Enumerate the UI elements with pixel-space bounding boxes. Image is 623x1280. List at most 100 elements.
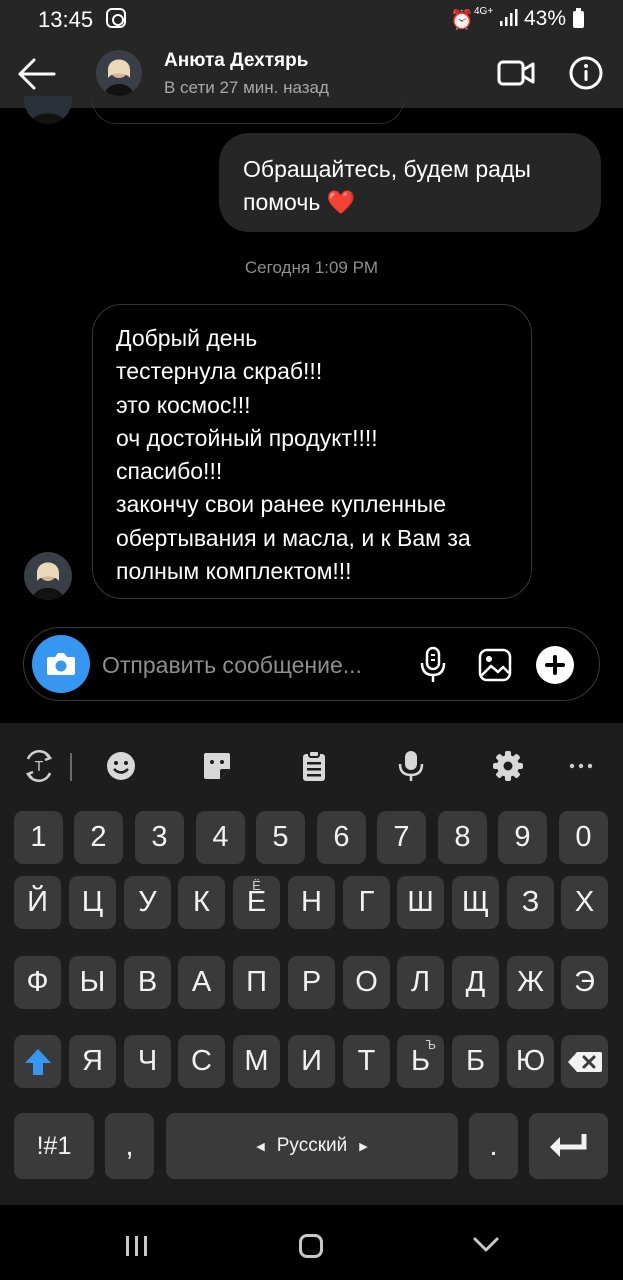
key-letter[interactable]: В xyxy=(124,956,171,1009)
key-letter[interactable]: Т xyxy=(343,1035,390,1088)
comma-key[interactable]: , xyxy=(105,1113,154,1179)
key-letter[interactable]: Ч xyxy=(124,1035,171,1088)
message-composer: Отправить сообщение... xyxy=(23,627,600,701)
key-letter-soft-sign[interactable]: Ъ Ь xyxy=(397,1035,444,1088)
camera-button[interactable] xyxy=(32,635,90,693)
key-letter-e[interactable]: Ё Е xyxy=(233,876,280,929)
contact-avatar[interactable] xyxy=(96,50,142,96)
sender-avatar[interactable] xyxy=(24,552,72,600)
key-4[interactable]: 4 xyxy=(196,811,245,864)
symbols-key[interactable]: !#1 xyxy=(14,1113,94,1179)
previous-message-avatar xyxy=(24,96,72,124)
key-1[interactable]: 1 xyxy=(14,811,63,864)
key-letter[interactable]: Ж xyxy=(507,956,554,1009)
key-letter[interactable]: Р xyxy=(288,956,335,1009)
gallery-icon[interactable] xyxy=(478,648,512,682)
key-3[interactable]: 3 xyxy=(135,811,184,864)
svg-text:T: T xyxy=(34,760,43,775)
enter-key[interactable] xyxy=(529,1113,608,1179)
key-6[interactable]: 6 xyxy=(317,811,366,864)
microphone-icon[interactable] xyxy=(418,646,448,684)
signal-icon xyxy=(500,9,518,26)
key-alt-label: Ё xyxy=(252,878,261,893)
key-letter[interactable]: Ф xyxy=(14,956,61,1009)
battery-icon xyxy=(573,8,584,28)
alarm-icon: ⏰ xyxy=(450,10,474,31)
key-letter[interactable]: Щ xyxy=(452,876,499,929)
key-letter[interactable]: Ц xyxy=(69,876,116,929)
system-navigation-bar xyxy=(0,1205,623,1280)
key-letter[interactable]: Б xyxy=(452,1035,499,1088)
translate-icon[interactable]: T xyxy=(22,749,56,783)
key-letter[interactable]: К xyxy=(178,876,225,929)
keyboard-toolbar: T xyxy=(0,723,623,809)
emoji-icon[interactable] xyxy=(104,749,138,783)
language-next-icon: ▶ xyxy=(359,1140,368,1153)
key-letter[interactable]: И xyxy=(288,1035,335,1088)
settings-gear-icon[interactable] xyxy=(491,749,525,783)
key-letter[interactable]: Й xyxy=(14,876,61,929)
backspace-key[interactable] xyxy=(561,1035,608,1088)
key-letter[interactable]: А xyxy=(178,956,225,1009)
more-options-icon[interactable] xyxy=(564,749,598,783)
status-bar: 13:45 ⏰ 4G+ 43% xyxy=(0,0,623,40)
status-time: 13:45 xyxy=(38,7,94,32)
chat-header: Анюта Дехтярь В сети 27 мин. назад xyxy=(0,40,623,108)
key-letter[interactable]: Ы xyxy=(69,956,116,1009)
key-letter[interactable]: У xyxy=(124,876,171,929)
nav-back-icon[interactable] xyxy=(472,1235,500,1255)
key-letter[interactable]: Э xyxy=(561,956,608,1009)
add-button[interactable] xyxy=(536,646,574,684)
clipboard-icon[interactable] xyxy=(297,749,331,783)
key-8[interactable]: 8 xyxy=(438,811,487,864)
language-label: Русский xyxy=(276,1135,348,1156)
key-letter[interactable]: О xyxy=(343,956,390,1009)
key-letter[interactable]: Л xyxy=(397,956,444,1009)
space-language-key[interactable]: ◀ Русский ▶ xyxy=(166,1113,458,1179)
language-prev-icon: ◀ xyxy=(256,1140,265,1153)
contact-status: В сети 27 мин. назад xyxy=(164,78,329,97)
shift-key[interactable] xyxy=(14,1035,61,1088)
backspace-icon xyxy=(567,1051,602,1072)
period-key[interactable]: . xyxy=(469,1113,518,1179)
key-letter[interactable]: П xyxy=(233,956,280,1009)
battery-percent: 43% xyxy=(524,7,567,30)
sticker-icon[interactable] xyxy=(200,749,234,783)
previous-message-bubble xyxy=(92,100,404,124)
shift-arrow-icon xyxy=(24,1048,51,1075)
key-9[interactable]: 9 xyxy=(498,811,547,864)
key-0[interactable]: 0 xyxy=(559,811,608,864)
message-input[interactable]: Отправить сообщение... xyxy=(102,652,362,679)
key-letter[interactable]: З xyxy=(507,876,554,929)
camera-icon xyxy=(47,653,75,675)
keyboard: T 1 2 3 4 5 6 7 8 9 0 Й Ц У К Ё Е Н Г Ш … xyxy=(0,723,623,1205)
incoming-message-bubble[interactable]: Добрый день тестернула скраб!!! это косм… xyxy=(92,304,532,599)
video-call-icon[interactable] xyxy=(496,56,536,90)
voice-input-icon[interactable] xyxy=(394,749,428,783)
key-letter[interactable]: М xyxy=(233,1035,280,1088)
key-5[interactable]: 5 xyxy=(256,811,305,864)
recent-apps-icon[interactable] xyxy=(124,1235,150,1257)
key-alt-label: Ъ xyxy=(425,1037,436,1052)
contact-name[interactable]: Анюта Дехтярь xyxy=(164,50,308,72)
back-arrow-icon[interactable] xyxy=(14,54,58,94)
outgoing-message-bubble[interactable]: Обращайтесь, будем рады помочь ❤️ xyxy=(219,133,601,232)
enter-icon xyxy=(549,1134,586,1157)
key-letter[interactable]: Х xyxy=(561,876,608,929)
network-type: 4G+ xyxy=(474,6,494,17)
key-letter[interactable]: Н xyxy=(288,876,335,929)
date-separator: Сегодня 1:09 PM xyxy=(244,258,379,277)
home-icon[interactable] xyxy=(299,1234,323,1258)
instagram-notification-icon xyxy=(106,8,126,28)
key-letter[interactable]: Я xyxy=(69,1035,116,1088)
key-7[interactable]: 7 xyxy=(377,811,426,864)
key-2[interactable]: 2 xyxy=(74,811,123,864)
toolbar-divider xyxy=(70,753,72,781)
outgoing-message-text: Обращайтесь, будем рады помочь xyxy=(243,156,531,215)
key-letter[interactable]: Д xyxy=(452,956,499,1009)
info-icon[interactable] xyxy=(568,55,604,91)
key-letter[interactable]: Г xyxy=(343,876,390,929)
key-letter[interactable]: С xyxy=(178,1035,225,1088)
key-letter[interactable]: Ю xyxy=(507,1035,554,1088)
key-letter[interactable]: Ш xyxy=(397,876,444,929)
